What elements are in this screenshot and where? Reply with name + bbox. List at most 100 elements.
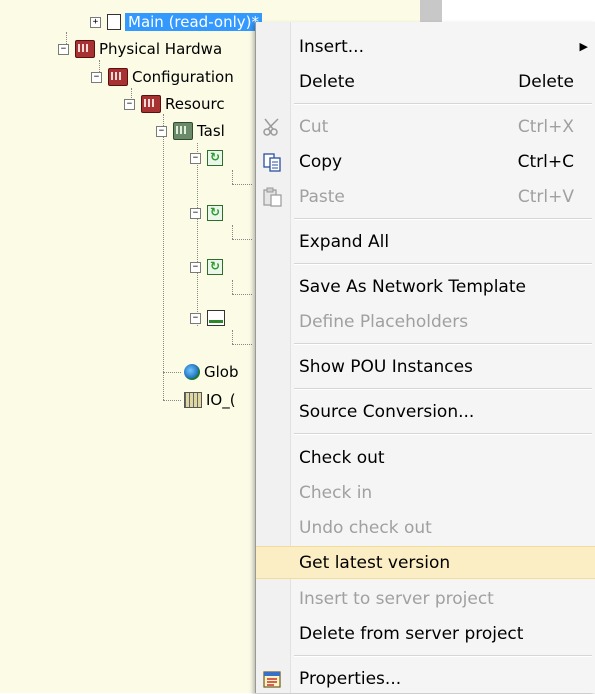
collapse-minus-icon[interactable]: − [190,207,201,219]
tree-item-task[interactable]: − [190,307,229,329]
tree-item-tasks[interactable]: − Tasl [156,120,225,142]
menu-item-copy[interactable]: Copy Ctrl+C [256,146,595,177]
tree-item-resource[interactable]: − Resourc [124,93,225,115]
menu-item-shortcut: Ctrl+X [517,116,574,137]
menu-item-get-latest-version[interactable]: Get latest version [256,546,595,579]
menu-item-label: Undo check out [299,517,432,538]
tree-item-label: Configuration [132,68,234,86]
context-menu: Insert... ▶ Delete Delete Cut Ctrl+X Cop… [255,22,595,693]
menu-item-label: Expand All [299,231,390,252]
menu-item-label: Properties... [299,668,402,689]
menu-item-label: Cut [299,116,329,137]
properties-icon [262,668,284,690]
tree-item-label: Tasl [197,122,225,140]
tree-guide [232,170,233,184]
globe-icon [184,364,200,380]
tree-item-label: IO_( [206,391,236,409]
copy-icon [262,151,284,173]
collapse-minus-icon[interactable]: − [156,125,167,137]
tree-item-configuration[interactable]: − Configuration [91,66,234,88]
tree-item-label: Resourc [165,95,225,113]
menu-item-delete-from-server-project[interactable]: Delete from server project [256,618,595,649]
tree-guide [232,294,252,295]
tree-guide [232,280,233,294]
tree-guide [232,184,252,185]
collapse-minus-icon[interactable]: − [190,261,201,273]
collapse-minus-icon[interactable]: − [190,312,201,324]
cyclic-task-icon: ↻ [207,150,223,166]
menu-separator [294,103,592,105]
cyclic-task-icon: ↻ [207,259,223,275]
menu-item-label: Save As Network Template [299,276,526,297]
menu-item-label: Delete [299,71,355,92]
submenu-arrow-icon: ▶ [579,40,588,53]
tree-item-task[interactable]: − ↻ [190,147,227,169]
menu-item-undo-check-out[interactable]: Undo check out [256,512,595,543]
scissors-icon [262,116,284,138]
menu-item-insert[interactable]: Insert... ▶ [256,31,595,62]
folder-icon [173,122,193,140]
tree-item-global[interactable]: Glob [184,361,239,383]
tree-guide [232,239,252,240]
collapse-minus-icon[interactable]: − [58,43,69,55]
menu-item-label: Check in [299,482,373,503]
menu-separator [294,433,592,435]
tree-guide [163,372,181,373]
expand-plus-icon[interactable]: + [90,16,101,28]
menu-item-delete[interactable]: Delete Delete [256,66,595,97]
tree-guide [232,330,233,344]
menu-item-shortcut: Delete [518,71,574,92]
paste-icon [262,186,284,208]
menu-separator [294,655,592,657]
menu-item-properties[interactable]: Properties... [256,663,595,694]
document-icon [107,14,121,30]
tree-guide [232,344,252,345]
menu-item-label: Check out [299,447,385,468]
menu-item-cut[interactable]: Cut Ctrl+X [256,111,595,142]
menu-item-label: Source Conversion... [299,401,475,422]
folder-icon [108,68,128,86]
menu-item-save-as-network-template[interactable]: Save As Network Template [256,271,595,302]
menu-separator [294,218,592,220]
tree-guide [163,114,164,400]
tree-item-main[interactable]: + Main (read-only)* [90,11,262,33]
menu-separator [294,263,592,265]
folder-icon [141,95,161,113]
tree-item-task[interactable]: − ↻ [190,256,227,278]
menu-item-label: Insert to server project [299,588,494,609]
menu-item-label: Define Placeholders [299,311,469,332]
menu-item-source-conversion[interactable]: Source Conversion... [256,396,595,427]
menu-item-label: Paste [299,186,345,207]
tree-guide [232,225,233,239]
tree-guide [163,400,181,401]
menu-item-label: Delete from server project [299,623,524,644]
tree-guide [197,143,198,326]
menu-item-label: Show POU Instances [299,356,473,377]
tree-item-io[interactable]: IO_( [184,389,236,411]
menu-item-check-out[interactable]: Check out [256,442,595,473]
collapse-minus-icon[interactable]: − [190,152,201,164]
collapse-minus-icon[interactable]: − [91,71,102,83]
menu-item-paste[interactable]: Paste Ctrl+V [256,181,595,212]
io-config-icon [184,392,202,408]
tree-item-label: Physical Hardwa [99,40,223,58]
menu-item-check-in[interactable]: Check in [256,477,595,508]
menu-item-label: Insert... [299,36,364,57]
tree-item-label: Main (read-only)* [125,13,262,31]
tree-item-label: Glob [204,363,239,381]
menu-item-shortcut: Ctrl+C [517,151,574,172]
cyclic-task-icon: ↻ [207,205,223,221]
tree-item-physical-hardware[interactable]: − Physical Hardwa [58,38,222,60]
default-task-icon [207,310,225,326]
menu-item-shortcut: Ctrl+V [517,186,574,207]
menu-item-label: Get latest version [299,552,451,573]
collapse-minus-icon[interactable]: − [124,98,135,110]
menu-item-expand-all[interactable]: Expand All [256,226,595,257]
menu-item-define-placeholders[interactable]: Define Placeholders [256,306,595,337]
menu-item-insert-to-server-project[interactable]: Insert to server project [256,583,595,614]
menu-item-show-pou-instances[interactable]: Show POU Instances [256,351,595,382]
tree-item-task[interactable]: − ↻ [190,202,227,224]
menu-item-label: Copy [299,151,343,172]
menu-separator [294,388,592,390]
menu-separator [294,343,592,345]
